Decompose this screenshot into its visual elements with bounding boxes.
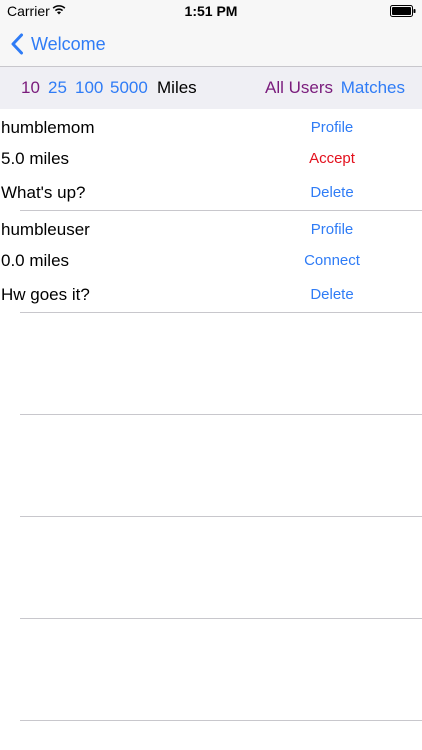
chevron-left-icon	[11, 33, 23, 55]
distance-filter-10[interactable]: 10	[21, 78, 40, 98]
message-label: Hw goes it?	[1, 285, 90, 304]
connect-button[interactable]: Connect	[272, 252, 392, 270]
distance-label: 0.0 miles	[1, 251, 70, 270]
username-label: humbleuser	[1, 220, 90, 239]
message-label: What's up?	[1, 183, 86, 202]
distance-filter-25[interactable]: 25	[48, 78, 67, 98]
distance-label: 5.0 miles	[1, 149, 70, 168]
username-label: humblemom	[1, 118, 95, 137]
user-table: humblemom 5.0 miles What's up? Profile A…	[0, 109, 422, 721]
table-row: humbleuser 0.0 miles Hw goes it? Profile…	[0, 211, 422, 313]
filter-bar: 10 25 100 5000 Miles All Users Matches	[0, 67, 422, 109]
all-users-filter[interactable]: All Users	[265, 78, 333, 98]
back-button[interactable]: Welcome	[10, 22, 106, 66]
app-screen: Carrier 1:51 PM Welcome 10 25 100 5000 M…	[0, 0, 422, 750]
empty-table-row	[0, 415, 422, 517]
matches-filter[interactable]: Matches	[341, 78, 405, 98]
profile-button[interactable]: Profile	[272, 119, 392, 137]
status-bar: Carrier 1:51 PM	[0, 0, 422, 22]
delete-button[interactable]: Delete	[272, 286, 392, 304]
back-button-label: Welcome	[31, 33, 106, 54]
empty-table-row	[0, 313, 422, 415]
distance-filter-100[interactable]: 100	[75, 78, 103, 98]
distance-unit-label: Miles	[157, 78, 197, 97]
empty-table-row	[0, 619, 422, 721]
table-row: humblemom 5.0 miles What's up? Profile A…	[0, 109, 422, 211]
empty-table-row	[0, 517, 422, 619]
navigation-bar: Welcome	[0, 22, 422, 67]
distance-filter-5000[interactable]: 5000	[110, 78, 148, 98]
accept-button[interactable]: Accept	[272, 150, 392, 168]
battery-icon	[390, 5, 416, 17]
delete-button[interactable]: Delete	[272, 184, 392, 202]
clock-label: 1:51 PM	[184, 3, 238, 19]
profile-button[interactable]: Profile	[272, 221, 392, 239]
row-separator	[20, 720, 422, 721]
